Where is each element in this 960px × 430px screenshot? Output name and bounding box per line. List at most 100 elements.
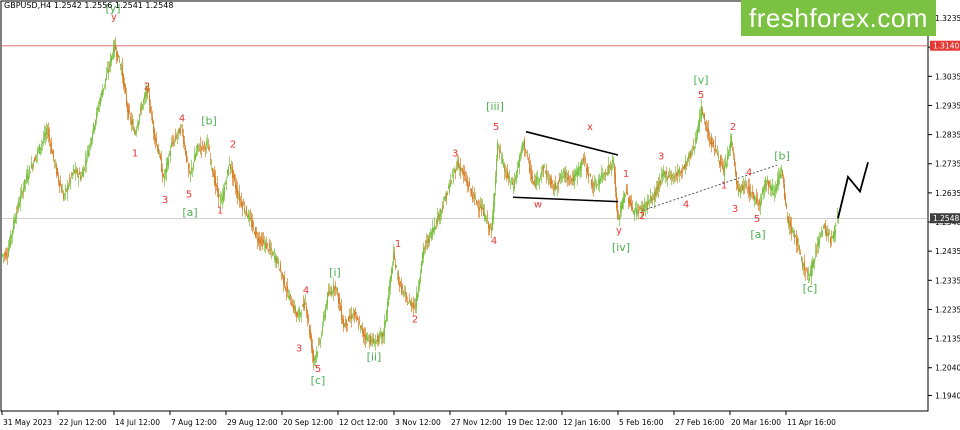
candle-body bbox=[315, 355, 316, 362]
candle-body bbox=[140, 106, 141, 112]
candle-body bbox=[378, 336, 379, 343]
candle-body bbox=[498, 144, 499, 146]
candle-body bbox=[304, 302, 305, 309]
candle-body bbox=[443, 205, 444, 209]
candle-body bbox=[701, 106, 702, 119]
candle-body bbox=[323, 315, 324, 322]
candle-body bbox=[515, 177, 516, 180]
candle-body bbox=[799, 246, 800, 250]
candle-body bbox=[125, 85, 126, 93]
wave-label: 1 bbox=[721, 181, 727, 192]
candle-body bbox=[693, 146, 694, 149]
candle-body bbox=[578, 166, 579, 175]
candle-body bbox=[138, 121, 139, 126]
candle-body bbox=[243, 203, 244, 205]
wave-label: 5 bbox=[698, 90, 704, 101]
candle-body bbox=[406, 293, 407, 299]
candle-body bbox=[636, 208, 637, 215]
candle-body bbox=[683, 167, 684, 169]
candle-body bbox=[809, 278, 810, 281]
candle-body bbox=[417, 292, 418, 301]
candle-body bbox=[663, 169, 664, 176]
candle-body bbox=[71, 174, 72, 176]
candle-body bbox=[704, 113, 705, 120]
candle-body bbox=[526, 151, 527, 153]
candle-body bbox=[288, 295, 289, 298]
candle-body bbox=[8, 248, 9, 256]
candle-body bbox=[216, 185, 217, 187]
candle-body bbox=[188, 164, 189, 169]
candle-body bbox=[550, 177, 551, 187]
candle-body bbox=[282, 273, 283, 276]
candle-body bbox=[649, 201, 650, 203]
candle-body bbox=[349, 315, 350, 319]
candle-body bbox=[42, 141, 43, 144]
candle-body bbox=[244, 208, 245, 212]
candle-body bbox=[197, 143, 198, 151]
candle-body bbox=[263, 239, 264, 243]
candle-body bbox=[34, 158, 35, 162]
candle-body bbox=[58, 175, 59, 182]
candle-body bbox=[88, 150, 89, 158]
candle-body bbox=[451, 180, 452, 182]
candle-body bbox=[546, 172, 547, 178]
candle-body bbox=[270, 248, 271, 251]
candle-body bbox=[426, 240, 427, 243]
wave-label: x bbox=[587, 122, 593, 133]
candle-body bbox=[93, 123, 94, 132]
candle-body bbox=[340, 305, 341, 311]
candle-body bbox=[741, 185, 742, 187]
candle-body bbox=[589, 173, 590, 175]
candle-body bbox=[78, 175, 79, 178]
candle-body bbox=[528, 158, 529, 160]
candle-body bbox=[797, 238, 798, 245]
candle-body bbox=[449, 184, 450, 193]
candle-body bbox=[254, 232, 255, 235]
candle-body bbox=[441, 209, 442, 213]
candle-body bbox=[748, 185, 749, 190]
candle-body bbox=[149, 93, 150, 105]
candle-body bbox=[178, 128, 179, 133]
candle-body bbox=[824, 224, 825, 227]
wave-label: 2 bbox=[730, 122, 736, 133]
candle-body bbox=[684, 164, 685, 170]
candle-body bbox=[90, 143, 91, 145]
candle-body bbox=[68, 185, 69, 189]
wave-label: 4 bbox=[683, 199, 689, 210]
candle-body bbox=[606, 173, 607, 175]
candle-body bbox=[616, 192, 617, 209]
candle-body bbox=[33, 162, 34, 168]
candle-body bbox=[347, 324, 348, 325]
candle-body bbox=[204, 142, 205, 145]
candle-body bbox=[577, 168, 578, 178]
candle-body bbox=[732, 143, 733, 145]
candle-body bbox=[164, 176, 165, 180]
candle-body bbox=[50, 143, 51, 146]
candle-body bbox=[724, 165, 725, 177]
symbol-header: GBPUSD,H4 1.2542 1.2556 1.2541 1.2548 bbox=[4, 1, 173, 10]
candle-body bbox=[595, 181, 596, 184]
candle-body bbox=[527, 155, 528, 156]
candle-body bbox=[357, 317, 358, 320]
candle-body bbox=[237, 188, 238, 198]
candle-body bbox=[422, 252, 423, 264]
candle-body bbox=[519, 155, 520, 168]
candle-body bbox=[311, 335, 312, 350]
candle-body bbox=[372, 339, 373, 343]
candle-body bbox=[98, 107, 99, 111]
candle-body bbox=[734, 158, 735, 166]
candle-body bbox=[360, 325, 361, 329]
candle-body bbox=[246, 206, 247, 215]
candle-body bbox=[396, 266, 397, 268]
candle-body bbox=[305, 302, 306, 303]
candle-body bbox=[116, 52, 117, 57]
candle-body bbox=[210, 159, 211, 161]
candle-body bbox=[330, 291, 331, 295]
candle-body bbox=[185, 148, 186, 155]
candle-body bbox=[747, 191, 748, 192]
wave-label: 3 bbox=[162, 195, 168, 206]
candle-body bbox=[23, 187, 24, 193]
candle-body bbox=[102, 90, 103, 98]
symbol-label: GBPUSD,H4 bbox=[4, 1, 52, 10]
candle-body bbox=[692, 150, 693, 152]
